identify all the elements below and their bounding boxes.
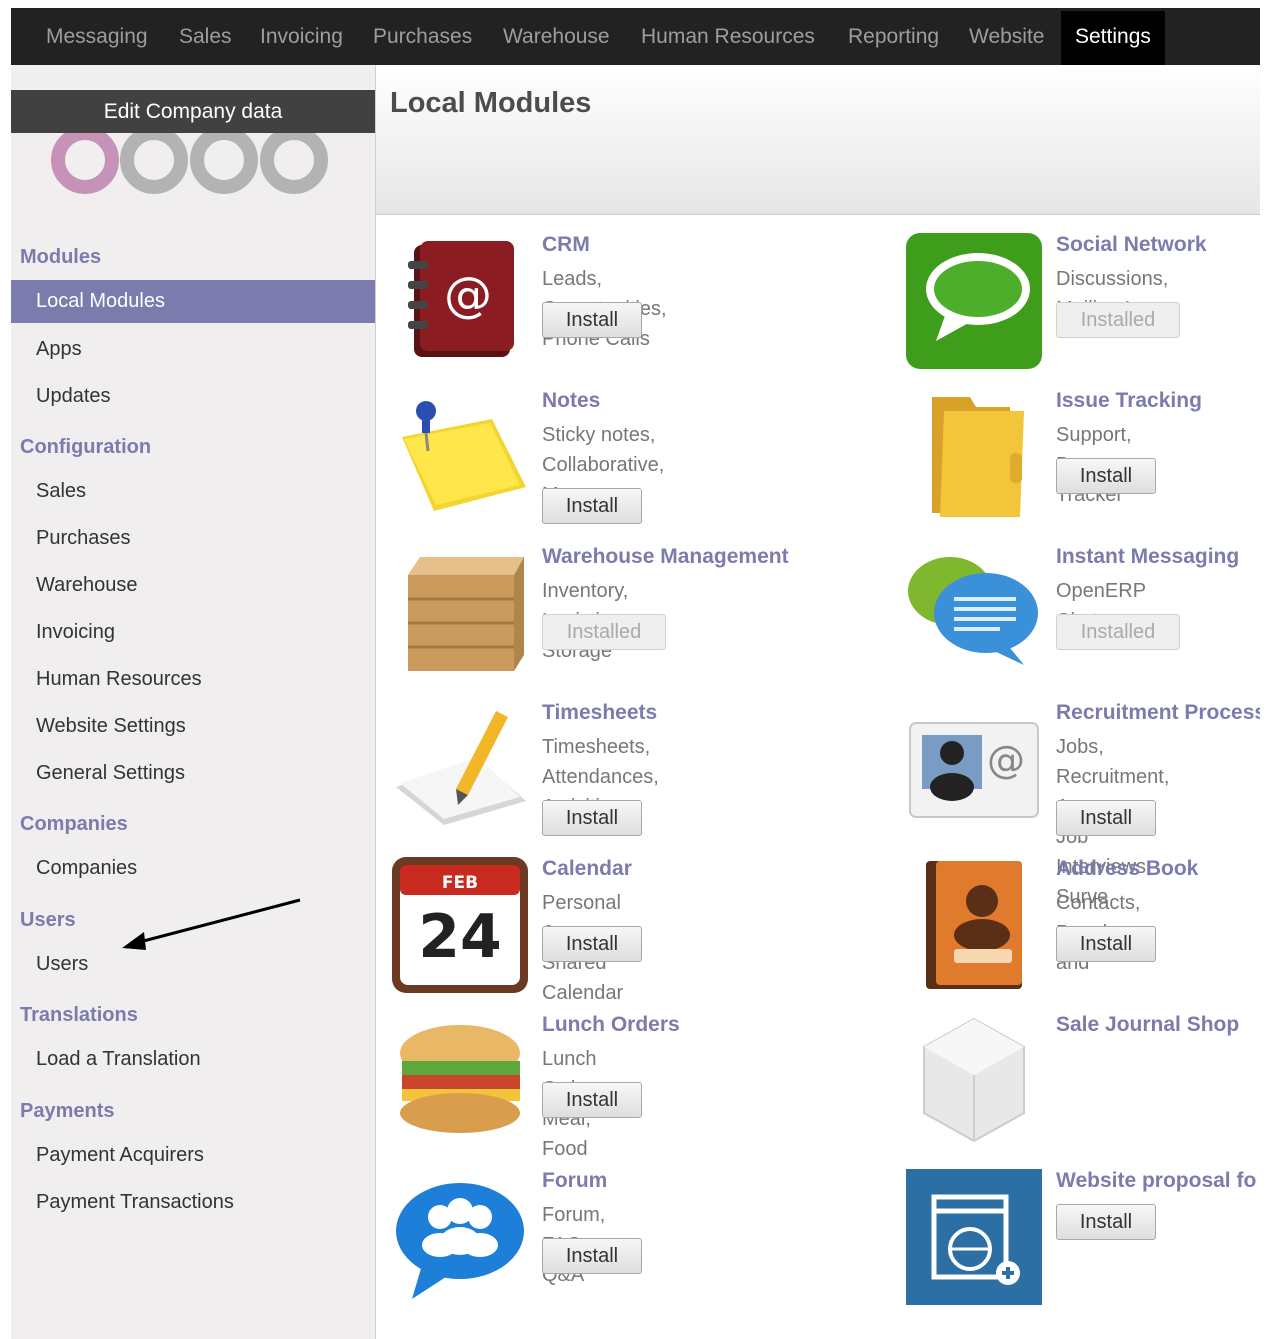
website-add-icon [906,1169,1042,1305]
page-title: Local Modules [390,87,592,119]
speech-bubble-green-icon [906,233,1042,369]
address-book-at-icon: @ [408,241,514,357]
module-name[interactable]: Forum [542,1169,607,1193]
top-navbar: Messaging Sales Invoicing Purchases Ware… [11,8,1260,65]
sidebar-item-payment-transactions[interactable]: Payment Transactions [36,1191,234,1214]
annotation-arrow-icon [122,898,301,950]
module-name[interactable]: Social Network [1056,233,1207,257]
nav-invoicing[interactable]: Invoicing [260,8,343,65]
install-button[interactable]: Install [1056,926,1156,962]
sandwich-icon [400,1025,520,1133]
nav-reporting[interactable]: Reporting [848,8,939,65]
nav-settings[interactable]: Settings [1061,11,1165,65]
sidebar-item-local-modules[interactable]: Local Modules [11,280,375,323]
section-modules: Modules [20,246,102,268]
nav-messaging[interactable]: Messaging [46,8,148,65]
contact-card-icon: @ [909,722,1039,818]
calendar-month-label: FEB [442,873,478,893]
module-name[interactable]: Lunch Orders [542,1013,680,1037]
sidebar-item-general-settings[interactable]: General Settings [36,762,185,785]
module-name[interactable]: CRM [542,233,590,257]
sidebar-item-payment-acquirers[interactable]: Payment Acquirers [36,1144,204,1167]
nav-warehouse[interactable]: Warehouse [503,8,610,65]
module-name[interactable]: Notes [542,389,600,413]
empty-box-icon [923,1017,1025,1143]
install-button[interactable]: Install [542,1082,642,1118]
module-name[interactable]: Website proposal fo [1056,1169,1256,1193]
sidebar-item-companies[interactable]: Companies [36,857,137,880]
module-name[interactable]: Warehouse Management [542,545,789,569]
section-configuration: Configuration [20,436,152,458]
module-name[interactable]: Sale Journal Shop [1056,1013,1239,1037]
sidebar-item-apps[interactable]: Apps [36,338,82,361]
section-translations: Translations [20,1004,138,1026]
install-button[interactable]: Install [1056,800,1156,836]
install-button[interactable]: Install [542,1238,642,1274]
svg-text:@: @ [987,738,1025,782]
edit-company-button[interactable]: Edit Company data [11,90,375,133]
sidebar-item-updates[interactable]: Updates [36,385,111,408]
wooden-crate-icon [408,557,524,671]
calendar-icon: FEB 24 [392,857,528,993]
forum-people-icon [396,1183,524,1299]
section-companies: Companies [20,813,128,835]
calendar-day-label: 24 [418,902,502,972]
sidebar-item-website-settings[interactable]: Website Settings [36,715,186,738]
module-name[interactable]: Issue Tracking [1056,389,1202,413]
svg-text:@: @ [444,267,492,323]
folder-icon [932,397,1024,517]
sidebar: Edit Company data Modules Local Modules … [11,65,376,1339]
module-name[interactable]: Address Book [1056,857,1198,881]
odoo-logo-icon [51,130,328,194]
chat-bubbles-icon [908,557,1038,665]
install-button[interactable]: Install [542,302,642,338]
install-button[interactable]: Install [542,926,642,962]
installed-button[interactable]: Installed [1056,302,1180,338]
nav-human-resources[interactable]: Human Resources [641,8,815,65]
install-button[interactable]: Install [542,488,642,524]
sticky-note-pin-icon [402,401,526,511]
sidebar-item-users[interactable]: Users [36,953,88,976]
sidebar-item-config-warehouse[interactable]: Warehouse [36,574,138,597]
module-name[interactable]: Instant Messaging [1056,545,1239,569]
company-logo[interactable] [49,130,334,200]
address-book-person-icon [926,861,1022,989]
module-name[interactable]: Timesheets [542,701,657,725]
sidebar-item-load-translation[interactable]: Load a Translation [36,1048,201,1071]
sidebar-item-config-invoicing[interactable]: Invoicing [36,621,115,644]
install-button[interactable]: Install [1056,458,1156,494]
pencil-paper-icon [396,711,526,825]
install-button[interactable]: Install [542,800,642,836]
sidebar-item-config-sales[interactable]: Sales [36,480,86,503]
section-payments: Payments [20,1100,115,1122]
module-column-right: Social Network Discussions, Mailing L In… [906,215,1260,1339]
module-name[interactable]: Recruitment Process [1056,701,1260,725]
page-header: Local Modules [376,65,1260,215]
nav-purchases[interactable]: Purchases [373,8,472,65]
installed-button[interactable]: Installed [542,614,666,650]
installed-button[interactable]: Installed [1056,614,1180,650]
sidebar-item-config-purchases[interactable]: Purchases [36,527,131,550]
nav-website[interactable]: Website [969,8,1044,65]
nav-sales[interactable]: Sales [179,8,232,65]
module-name[interactable]: Calendar [542,857,632,881]
install-button[interactable]: Install [1056,1204,1156,1240]
section-users: Users [20,909,76,931]
sidebar-item-config-human-resources[interactable]: Human Resources [36,668,202,691]
